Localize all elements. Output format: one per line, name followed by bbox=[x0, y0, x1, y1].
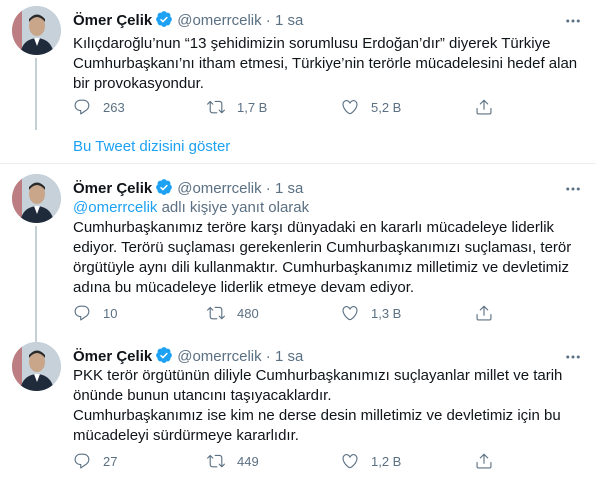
reply-context: @omerrcelik adlı kişiye yanıt olarak bbox=[73, 198, 585, 218]
thread-line bbox=[35, 226, 37, 336]
separator-dot: · bbox=[265, 348, 271, 365]
retweet-count: 1,7 B bbox=[237, 99, 268, 115]
reply-context-text: adlı kişiye yanıt olarak bbox=[157, 199, 310, 216]
retweet-icon bbox=[207, 100, 225, 114]
heart-icon bbox=[342, 306, 358, 321]
share-icon bbox=[476, 305, 492, 321]
retweet-icon bbox=[207, 306, 225, 320]
retweet-count: 480 bbox=[237, 305, 259, 321]
like-button[interactable]: 1,3 B bbox=[341, 304, 401, 322]
tweet-text: Kılıçdaroğlu’nun “13 şehidimizin sorumlu… bbox=[73, 34, 585, 94]
tweet-text-paragraph: PKK terör örgütünün diliyle Cumhurbaşkan… bbox=[73, 367, 563, 404]
tweet-actions: 10 480 1,3 B bbox=[73, 304, 513, 324]
reply-count: 263 bbox=[103, 99, 125, 115]
like-count: 1,2 B bbox=[371, 453, 402, 469]
avatar[interactable] bbox=[12, 342, 61, 391]
tweet-2[interactable]: Ömer Çelik @omerrcelik · 1 sa @omerrcelik… bbox=[0, 164, 596, 336]
tweet-header: Ömer Çelik @omerrcelik · 1 sa bbox=[73, 10, 303, 33]
tweet-text-paragraph: Cumhurbaşkanımız teröre karşı dünyadaki … bbox=[73, 219, 572, 296]
reply-button[interactable]: 10 bbox=[73, 304, 117, 322]
more-icon[interactable] bbox=[562, 12, 584, 30]
thread-line bbox=[35, 58, 37, 130]
tweet-text-paragraph: Cumhurbaşkanımız ise kim ne derse desin … bbox=[73, 407, 561, 444]
tweet-3[interactable]: Ömer Çelik @omerrcelik · 1 sa PKK terör ö… bbox=[0, 336, 596, 477]
like-count: 5,2 B bbox=[371, 99, 402, 115]
retweet-icon bbox=[207, 454, 225, 468]
timestamp[interactable]: 1 sa bbox=[275, 12, 303, 29]
tweet-text: PKK terör örgütünün diliyle Cumhurbaşkan… bbox=[73, 366, 585, 446]
reply-mention-link[interactable]: @omerrcelik bbox=[73, 199, 157, 216]
retweet-button[interactable]: 1,7 B bbox=[207, 98, 267, 116]
handle[interactable]: @omerrcelik bbox=[177, 180, 261, 197]
share-button[interactable] bbox=[475, 452, 505, 470]
reply-count: 10 bbox=[103, 305, 118, 321]
share-icon bbox=[476, 453, 492, 469]
more-icon[interactable] bbox=[562, 180, 584, 198]
share-button[interactable] bbox=[475, 304, 505, 322]
tweet-actions: 27 449 1,2 B bbox=[73, 452, 513, 472]
like-button[interactable]: 1,2 B bbox=[341, 452, 401, 470]
heart-icon bbox=[342, 454, 358, 469]
retweet-button[interactable]: 480 bbox=[207, 304, 259, 322]
tweet-1[interactable]: Ömer Çelik @omerrcelik · 1 sa Kılıçdaroğl… bbox=[0, 0, 596, 130]
verified-badge-icon bbox=[155, 10, 173, 33]
reply-count: 27 bbox=[103, 453, 118, 469]
heart-icon bbox=[342, 100, 358, 115]
display-name[interactable]: Ömer Çelik bbox=[73, 12, 152, 29]
more-icon[interactable] bbox=[562, 348, 584, 366]
reply-icon bbox=[74, 305, 90, 321]
display-name[interactable]: Ömer Çelik bbox=[73, 180, 152, 197]
retweet-count: 449 bbox=[237, 453, 259, 469]
share-icon bbox=[476, 99, 492, 115]
avatar[interactable] bbox=[12, 6, 61, 55]
retweet-button[interactable]: 449 bbox=[207, 452, 259, 470]
timestamp[interactable]: 1 sa bbox=[275, 180, 303, 197]
reply-icon bbox=[74, 453, 90, 469]
like-count: 1,3 B bbox=[371, 305, 402, 321]
reply-button[interactable]: 263 bbox=[73, 98, 125, 116]
reply-icon bbox=[74, 99, 90, 115]
handle[interactable]: @omerrcelik bbox=[177, 348, 261, 365]
share-button[interactable] bbox=[475, 98, 505, 116]
avatar[interactable] bbox=[12, 174, 61, 223]
reply-button[interactable]: 27 bbox=[73, 452, 117, 470]
separator-dot: · bbox=[265, 180, 271, 197]
tweet-body: @omerrcelik adlı kişiye yanıt olarak Cum… bbox=[73, 198, 585, 298]
like-button[interactable]: 5,2 B bbox=[341, 98, 401, 116]
handle[interactable]: @omerrcelik bbox=[177, 12, 261, 29]
timestamp[interactable]: 1 sa bbox=[275, 348, 303, 365]
show-thread-link[interactable]: Bu Tweet dizisini göster bbox=[73, 138, 230, 155]
tweet-actions: 263 1,7 B 5,2 B bbox=[73, 98, 513, 118]
separator-dot: · bbox=[265, 12, 271, 29]
display-name[interactable]: Ömer Çelik bbox=[73, 348, 152, 365]
tweet-text-paragraph: Kılıçdaroğlu’nun “13 şehidimizin sorumlu… bbox=[73, 35, 578, 92]
